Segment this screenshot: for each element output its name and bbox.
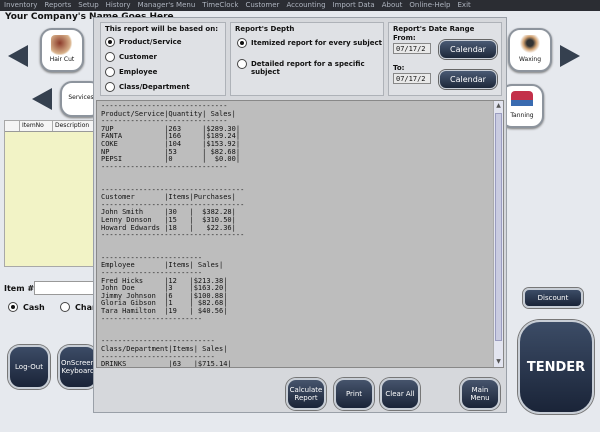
scroll-down-icon[interactable]: ▼	[495, 358, 502, 366]
onscreen-keyboard-button[interactable]: OnScreen Keyboard	[58, 345, 98, 389]
hair-cut-icon	[51, 35, 73, 55]
menu-exit[interactable]: Exit	[458, 1, 471, 9]
basis-customer-radio[interactable]	[105, 52, 115, 62]
menu-reports[interactable]: Reports	[44, 1, 71, 9]
scroll-thumb[interactable]	[495, 113, 502, 341]
basis-employee-radio[interactable]	[105, 67, 115, 77]
from-label: From:	[393, 34, 416, 42]
menu-bar: Inventory Reports Setup History Manager's Me…	[0, 0, 600, 11]
scroll-up-icon[interactable]: ▲	[495, 102, 502, 110]
report-depth-title: Report's Depth	[235, 25, 295, 33]
report-dialog: This report will be based on: Product/Se…	[93, 17, 507, 413]
category-label: Waxing	[518, 56, 542, 63]
depth-itemized-radio[interactable]	[237, 38, 247, 48]
to-calendar-button[interactable]: Calendar	[439, 70, 497, 89]
clear-all-button[interactable]: Clear All	[380, 378, 420, 410]
report-basis-title: This report will be based on:	[105, 25, 219, 33]
report-text: ------------------------------ Product/S…	[101, 102, 245, 368]
to-label: To:	[393, 64, 405, 72]
report-basis-group: This report will be based on: Product/Se…	[100, 22, 226, 96]
category-hair-cut[interactable]: Hair Cut	[40, 28, 84, 72]
basis-customer-label: Customer	[119, 53, 157, 61]
column-itemno: ItemNo	[20, 121, 53, 131]
from-date-input[interactable]: 07/17/2	[393, 43, 431, 54]
depth-detailed-label: Detailed report for a specific subject	[251, 60, 365, 76]
menu-history[interactable]: History	[106, 1, 131, 9]
basis-class-department-label: Class/Department	[119, 83, 190, 91]
basis-product-service-radio[interactable]	[105, 37, 115, 47]
menu-import-data[interactable]: Import Data	[333, 1, 375, 9]
category-label: Tanning	[510, 112, 534, 119]
basis-product-service-label: Product/Service	[119, 38, 182, 46]
cash-label: Cash	[23, 303, 45, 312]
basis-class-department-radio[interactable]	[105, 82, 115, 92]
discount-button[interactable]: Discount	[523, 288, 583, 308]
cash-radio[interactable]	[8, 302, 18, 312]
menu-customer[interactable]: Customer	[245, 1, 279, 9]
next-category-arrow-icon[interactable]	[560, 45, 580, 67]
calculate-report-button[interactable]: Calculate Report	[286, 378, 326, 410]
menu-managers-menu[interactable]: Manager's Menu	[138, 1, 196, 9]
menu-about[interactable]: About	[382, 1, 403, 9]
menu-setup[interactable]: Setup	[78, 1, 98, 9]
category-label: Hair Cut	[49, 56, 75, 63]
main-menu-button[interactable]: Main Menu	[460, 378, 500, 410]
menu-online-help[interactable]: Online-Help	[409, 1, 450, 9]
prev-category-arrow-icon[interactable]	[8, 45, 28, 67]
item-number-input[interactable]	[34, 281, 96, 295]
tanning-icon	[511, 91, 533, 111]
report-scrollbar[interactable]: ▲ ▼	[493, 101, 503, 367]
depth-detailed-radio[interactable]	[237, 59, 247, 69]
category-waxing[interactable]: Waxing	[508, 28, 552, 72]
date-range-group: Report's Date Range From: 07/17/2 Calend…	[388, 22, 502, 96]
menu-accounting[interactable]: Accounting	[286, 1, 325, 9]
column-description: Description	[55, 122, 90, 129]
to-date-input[interactable]: 07/17/2	[393, 73, 431, 84]
item-number-label: Item #	[4, 284, 35, 293]
menu-timeclock[interactable]: TimeClock	[202, 1, 238, 9]
waxing-icon	[519, 35, 541, 55]
item-list-header: ItemNo Description	[5, 121, 95, 132]
date-range-title: Report's Date Range	[393, 25, 475, 33]
report-depth-group: Report's Depth Itemized report for every…	[230, 22, 384, 96]
prev-category-arrow-icon[interactable]	[32, 88, 52, 110]
tender-button[interactable]: TENDER	[518, 320, 594, 414]
menu-inventory[interactable]: Inventory	[4, 1, 37, 9]
row-marker-column	[5, 121, 20, 131]
from-calendar-button[interactable]: Calendar	[439, 40, 497, 59]
depth-itemized-label: Itemized report for every subject	[251, 39, 382, 47]
basis-employee-label: Employee	[119, 68, 158, 76]
logout-button[interactable]: Log-Out	[8, 345, 50, 389]
charge-radio[interactable]	[60, 302, 70, 312]
report-output-area[interactable]: ------------------------------ Product/S…	[96, 100, 504, 368]
print-button[interactable]: Print	[334, 378, 374, 410]
item-list-panel[interactable]: ItemNo Description	[4, 120, 96, 267]
